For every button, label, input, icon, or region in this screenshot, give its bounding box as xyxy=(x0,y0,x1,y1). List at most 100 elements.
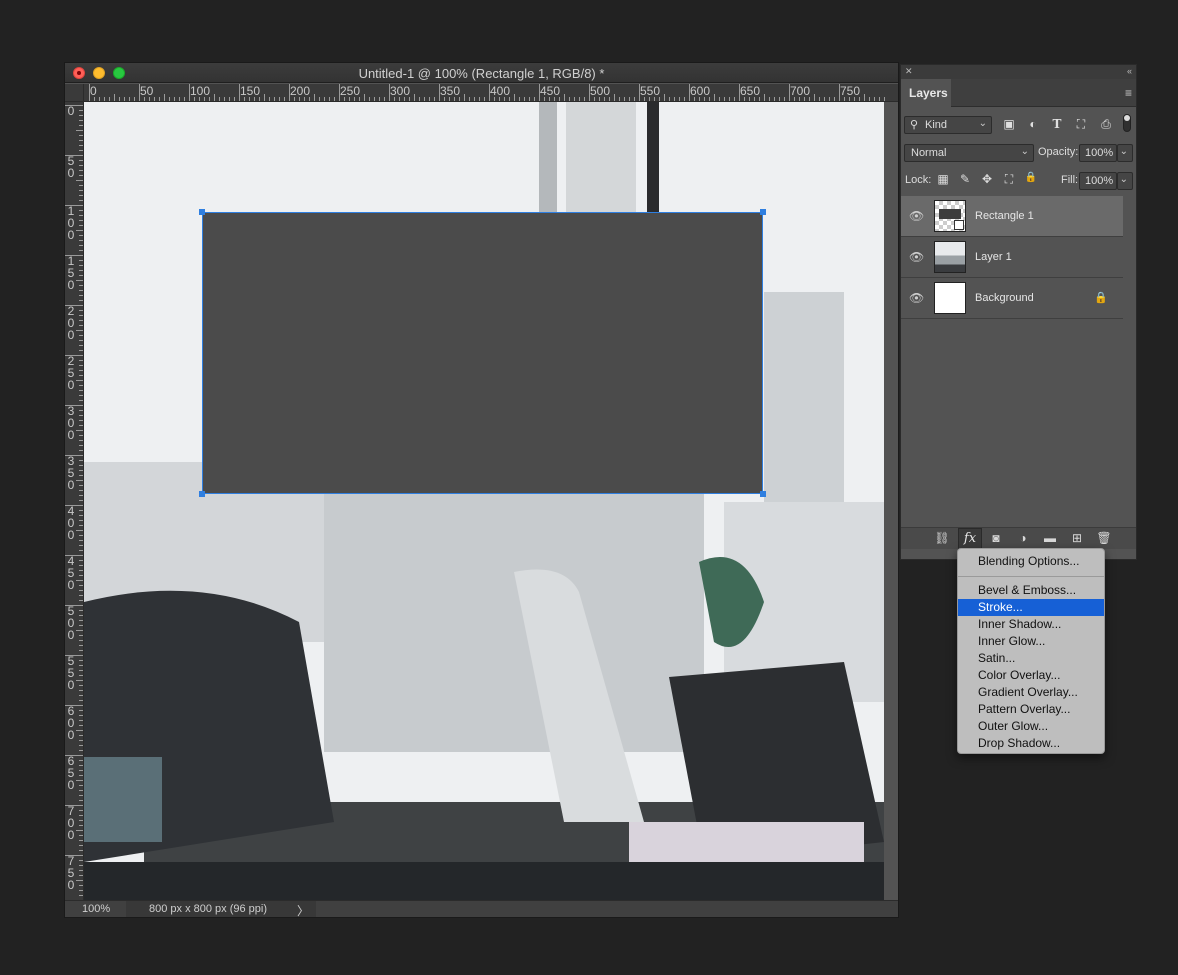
ruler-tick xyxy=(354,97,355,101)
ruler-tick xyxy=(79,560,83,561)
folder-icon[interactable]: ▬ xyxy=(1042,531,1058,545)
ruler-label: 200 xyxy=(290,84,311,98)
ruler-tick xyxy=(79,835,83,836)
ruler-tick xyxy=(669,97,670,101)
lock-artboard-icon[interactable]: ⛶ xyxy=(1002,172,1016,187)
canvas[interactable] xyxy=(84,102,884,902)
ruler-tick xyxy=(659,97,660,101)
ruler-tick xyxy=(824,97,825,101)
menu-item-color-overlay[interactable]: Color Overlay... xyxy=(958,667,1104,684)
link-layers-icon[interactable]: ⛓ xyxy=(934,531,950,545)
blend-mode-select[interactable]: Normal ⌄ xyxy=(904,144,1034,162)
ruler-tick xyxy=(424,97,425,101)
ruler-tick xyxy=(76,230,83,231)
horizontal-ruler[interactable]: 0 50 100 150 200 250 300 350 400 450 500 550 600 650 7… xyxy=(84,84,898,102)
ruler-tick xyxy=(79,785,83,786)
menu-item-bevel-emboss[interactable]: Bevel & Emboss... xyxy=(958,582,1104,599)
ruler-tick xyxy=(479,97,480,101)
ruler-tick xyxy=(76,280,83,281)
ruler-tick xyxy=(79,340,83,341)
lock-image-pixels-icon[interactable]: ✎ xyxy=(958,172,972,186)
ruler-tick xyxy=(79,385,83,386)
opacity-field[interactable]: 100% xyxy=(1079,144,1117,162)
fill-slider-button[interactable]: ⌄ xyxy=(1117,172,1133,190)
menu-item-stroke[interactable]: Stroke... xyxy=(958,599,1104,616)
ruler-digit: 0 xyxy=(67,678,75,692)
visibility-eye-icon[interactable]: 👁 xyxy=(909,209,924,223)
opacity-slider-button[interactable]: ⌄ xyxy=(1117,144,1133,162)
panel-menu-icon[interactable]: ≡ xyxy=(1125,86,1132,100)
ruler-tick xyxy=(369,97,370,101)
add-mask-icon[interactable]: ◙ xyxy=(988,531,1004,545)
shape-filter-icon[interactable]: ⛶ xyxy=(1073,117,1089,132)
ruler-origin[interactable] xyxy=(65,84,84,102)
menu-item-pattern-overlay[interactable]: Pattern Overlay... xyxy=(958,701,1104,718)
menu-item-inner-shadow[interactable]: Inner Shadow... xyxy=(958,616,1104,633)
ruler-label: 300 xyxy=(390,84,411,98)
ruler-tick xyxy=(779,97,780,101)
vertical-ruler[interactable]: 0501001502002503003504004505005506006507… xyxy=(65,102,84,902)
trash-icon[interactable]: 🗑 xyxy=(1096,531,1112,545)
status-menu-arrow[interactable]: 〉 xyxy=(297,902,309,919)
layer-row-rectangle-1[interactable]: 👁 Rectangle 1 xyxy=(901,196,1123,237)
collapse-icon[interactable]: « xyxy=(1127,66,1132,76)
ruler-tick xyxy=(454,97,455,101)
ruler-tick xyxy=(434,97,435,101)
document-title-bar[interactable]: Untitled-1 @ 100% (Rectangle 1, RGB/8) * xyxy=(65,63,898,83)
transform-handle-top-left[interactable] xyxy=(199,209,205,215)
smart-object-filter-icon[interactable]: ⎙ xyxy=(1098,117,1114,132)
blend-mode-value: Normal xyxy=(911,147,947,159)
menu-item-inner-glow[interactable]: Inner Glow... xyxy=(958,633,1104,650)
fx-button[interactable]: fx xyxy=(958,528,982,550)
ruler-tick xyxy=(509,97,510,101)
layer-thumbnail xyxy=(934,282,966,314)
visibility-eye-icon[interactable]: 👁 xyxy=(909,291,924,305)
ruler-tick xyxy=(624,97,625,101)
layer-thumbnail xyxy=(934,241,966,273)
close-icon[interactable]: ✕ xyxy=(905,66,913,77)
adjustment-filter-icon[interactable]: ◐ xyxy=(1025,117,1041,131)
ruler-tick xyxy=(79,275,83,276)
filter-kind-select[interactable]: ⚲ Kind ⌄ xyxy=(904,116,992,134)
ruler-tick xyxy=(79,610,83,611)
ruler-tick xyxy=(65,405,83,406)
new-layer-icon[interactable]: ⊞ xyxy=(1069,531,1085,545)
visibility-eye-icon[interactable]: 👁 xyxy=(909,250,924,264)
ruler-tick xyxy=(79,365,83,366)
transform-handle-top-right[interactable] xyxy=(760,209,766,215)
transform-handle-bottom-left[interactable] xyxy=(199,491,205,497)
ruler-tick xyxy=(184,97,185,101)
fill-field[interactable]: 100% xyxy=(1079,172,1117,190)
transform-handle-bottom-right[interactable] xyxy=(760,491,766,497)
ruler-tick xyxy=(724,97,725,101)
layer-row-background[interactable]: 👁 Background 🔒 xyxy=(901,278,1123,319)
lock-transparency-icon[interactable]: ▦ xyxy=(936,172,950,186)
ruler-digit: 0 xyxy=(67,166,75,180)
menu-item-gradient-overlay[interactable]: Gradient Overlay... xyxy=(958,684,1104,701)
ruler-tick xyxy=(674,97,675,101)
ruler-tick xyxy=(494,97,495,101)
menu-item-blending-options[interactable]: Blending Options... xyxy=(958,553,1104,570)
menu-item-satin[interactable]: Satin... xyxy=(958,650,1104,667)
ruler-tick xyxy=(134,97,135,101)
ruler-tick xyxy=(65,355,83,356)
ruler-tick xyxy=(79,225,83,226)
rectangle-1-shape[interactable] xyxy=(202,212,763,494)
ruler-tick xyxy=(294,97,295,101)
image-filter-icon[interactable]: ▣ xyxy=(1001,117,1017,131)
ruler-tick xyxy=(79,185,83,186)
lock-all-icon[interactable]: 🔒 xyxy=(1024,172,1038,183)
menu-item-drop-shadow[interactable]: Drop Shadow... xyxy=(958,735,1104,752)
tab-layers[interactable]: Layers xyxy=(901,79,951,107)
ruler-tick xyxy=(849,97,850,101)
menu-item-outer-glow[interactable]: Outer Glow... xyxy=(958,718,1104,735)
filter-toggle[interactable] xyxy=(1123,114,1131,132)
lock-position-icon[interactable]: ✥ xyxy=(980,172,994,186)
type-filter-icon[interactable]: T xyxy=(1049,117,1065,131)
adjustment-layer-icon[interactable]: ◑ xyxy=(1015,531,1031,545)
ruler-tick xyxy=(79,825,83,826)
ruler-tick xyxy=(79,250,83,251)
layer-row-layer-1[interactable]: 👁 Layer 1 xyxy=(901,237,1123,278)
ruler-tick xyxy=(76,480,83,481)
zoom-level[interactable]: 100% xyxy=(82,903,110,915)
